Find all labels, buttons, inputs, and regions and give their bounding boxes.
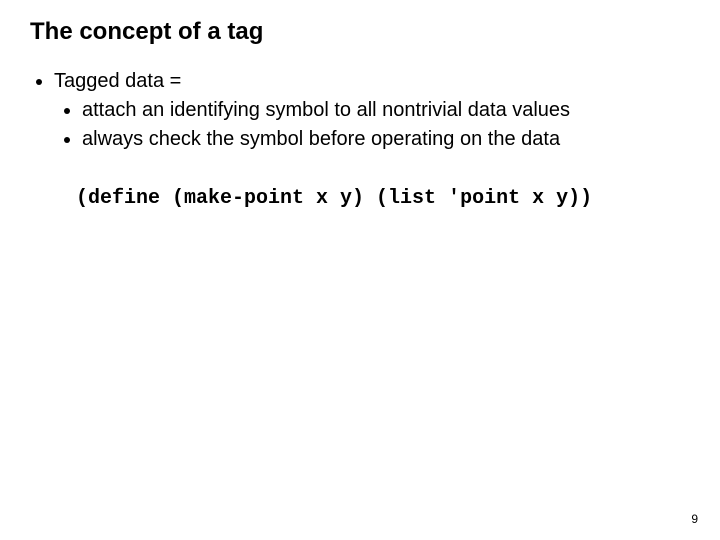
bullet-main: Tagged data = attach an identifying symb… — [54, 68, 700, 153]
slide: The concept of a tag Tagged data = attac… — [0, 0, 720, 540]
bullet-sub-2: always check the symbol before operating… — [82, 126, 700, 153]
page-number: 9 — [691, 512, 698, 526]
bullet-main-text: Tagged data = — [54, 70, 181, 92]
slide-title: The concept of a tag — [30, 18, 700, 46]
code-block: (define (make-point x y) (list 'point x … — [76, 187, 700, 210]
bullet-sublist: attach an identifying symbol to all nont… — [54, 97, 700, 153]
bullet-sub-1: attach an identifying symbol to all nont… — [82, 97, 700, 124]
bullet-list: Tagged data = attach an identifying symb… — [30, 68, 700, 153]
